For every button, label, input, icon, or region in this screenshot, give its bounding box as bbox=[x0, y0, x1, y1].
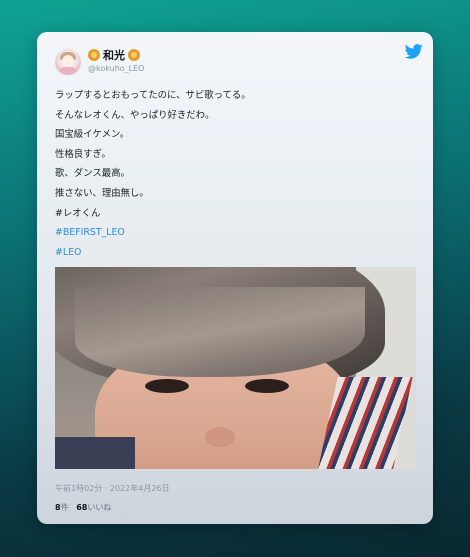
lion-face-icon bbox=[128, 49, 140, 61]
tweet-text: ラップするとおもってたのに、サビ歌ってる。 そんなレオくん、やっぱり好きだわ。 … bbox=[55, 86, 415, 262]
photo-fringe bbox=[75, 287, 365, 377]
photo-eye bbox=[245, 379, 289, 393]
hashtag-link[interactable]: #LEO bbox=[55, 243, 415, 263]
photo-shoulder bbox=[55, 437, 135, 469]
tweet-line: 歌、ダンス最高。 bbox=[55, 168, 130, 180]
tweet-stats: 8件 68いいね bbox=[55, 502, 111, 513]
display-name[interactable]: 和光 bbox=[101, 47, 127, 63]
tweet-line: 性格良すぎ。 bbox=[55, 148, 111, 160]
tweet-line: #レオくん bbox=[55, 207, 101, 219]
photo-nose bbox=[205, 427, 235, 447]
tweet-line: 推さない、理由無し。 bbox=[55, 187, 149, 199]
like-count: 68 bbox=[76, 503, 88, 512]
twitter-bird-icon[interactable] bbox=[405, 44, 423, 59]
tweet-timestamp[interactable]: 午前1時02分 · 2022年4月26日 bbox=[55, 483, 170, 494]
retweet-label: 件 bbox=[60, 503, 69, 512]
tweet-line: 国宝級イケメン。 bbox=[55, 129, 130, 141]
hashtag-link[interactable]: #BEFIRST_LEO bbox=[55, 223, 415, 243]
tweet-line: ラップするとおもってたのに、サビ歌ってる。 bbox=[55, 90, 251, 101]
photo-eye bbox=[145, 379, 189, 393]
display-name-row[interactable]: 和光 bbox=[88, 48, 140, 62]
like-label: いいね bbox=[87, 503, 112, 512]
like-stat[interactable]: 68いいね bbox=[76, 503, 111, 512]
avatar[interactable] bbox=[55, 49, 81, 75]
user-handle[interactable]: @kokuho_LEO bbox=[88, 64, 144, 73]
tweet-card: 和光 @kokuho_LEO ラップするとおもってたのに、サビ歌ってる。 そんな… bbox=[37, 32, 433, 524]
tweet-photo[interactable] bbox=[55, 267, 416, 469]
avatar-body bbox=[59, 67, 77, 75]
lion-face-icon bbox=[88, 49, 100, 61]
retweet-stat[interactable]: 8件 bbox=[55, 503, 69, 512]
tweet-line: そんなレオくん、やっぱり好きだわ。 bbox=[55, 109, 215, 121]
